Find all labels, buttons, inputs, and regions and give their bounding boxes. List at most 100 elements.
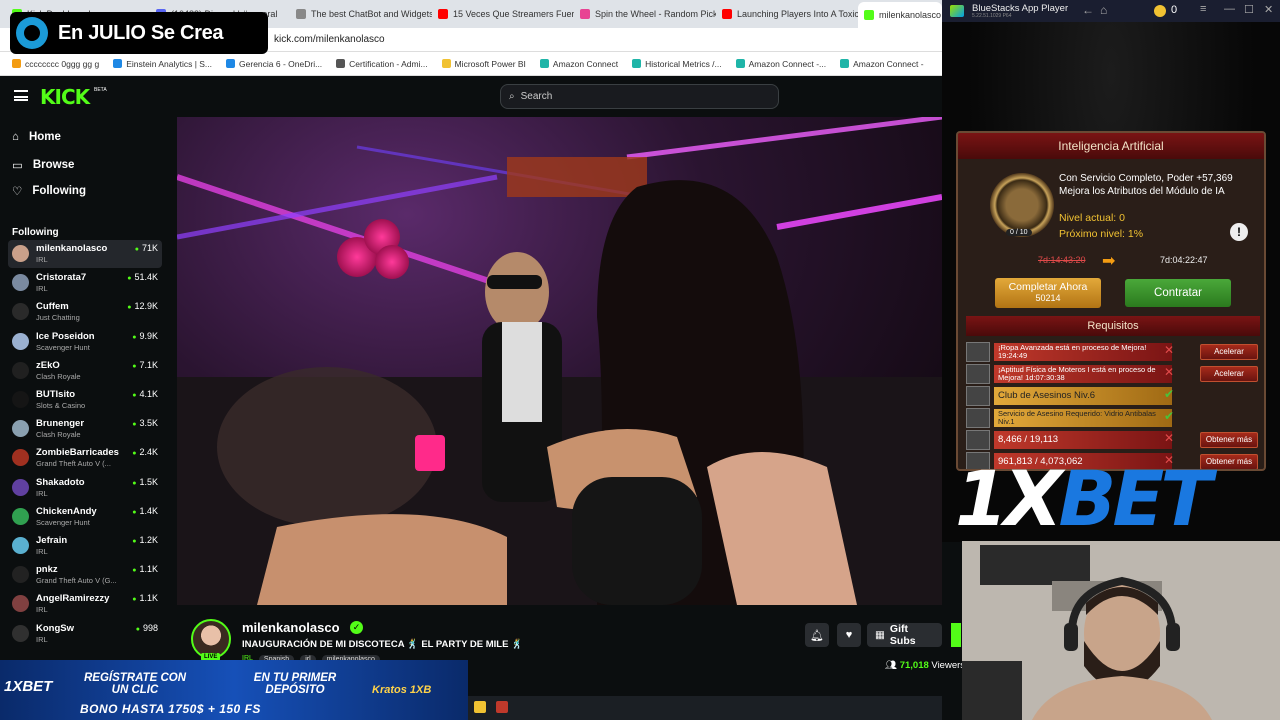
coin-count: 0 (1171, 4, 1178, 16)
requirement-action-button[interactable]: Acelerar (1200, 366, 1258, 382)
home-icon[interactable]: ⌂ (1100, 3, 1107, 17)
requirement-text: Club de Asesinos Niv.6 (994, 387, 1172, 405)
streamer-name[interactable]: milenkanolasco (242, 620, 340, 635)
bookmark-item[interactable]: cccccccc 0ggg gg g (12, 59, 99, 69)
panel-title: Inteligencia Artificial (958, 133, 1264, 159)
bookmark-label: Certification - Admi... (349, 58, 428, 69)
sidebar-channel-item[interactable]: ZombieBarricadesGrand Theft Auto V (... 2… (8, 444, 162, 472)
bookmark-item[interactable]: Microsoft Power BI (441, 59, 526, 69)
promo-line-2: EN TU PRIMER DEPÓSITO (253, 672, 337, 696)
channel-category: Clash Royale (36, 430, 81, 440)
requirement-action-button[interactable]: Acelerar (1200, 344, 1258, 360)
next-level: Próximo nivel: 1% (1059, 228, 1144, 240)
tab-favicon-icon (438, 9, 448, 19)
kick-logo[interactable]: KICK (40, 85, 90, 109)
sidebar-channel-item[interactable]: zEkOClash Royale 7.1K (8, 357, 162, 385)
channel-viewers: 1.1K (132, 593, 158, 603)
complete-now-label: Completar Ahora (1008, 281, 1088, 293)
info-button[interactable]: ! (1230, 223, 1248, 241)
sidebar-channel-item[interactable]: Cristorata7IRL 51.4K (8, 269, 162, 297)
sponsor-logo-part: BET (1058, 454, 1212, 543)
nav-following[interactable]: ♡ Following (12, 184, 86, 198)
channel-name: pnkz (36, 564, 58, 576)
bookmark-item[interactable]: Amazon Connect -... (735, 59, 826, 69)
browser-tab[interactable]: 15 Veces Que Streamers Fueron (438, 4, 574, 24)
browser-tab[interactable]: Launching Players Into A Toxic (722, 4, 858, 24)
channel-category: IRL (36, 634, 48, 644)
requirements-title: Requisitos (966, 316, 1260, 336)
gift-icon: ▦ (875, 629, 885, 641)
sidebar-channel-item[interactable]: AngelRamirezzyIRL 1.1K (8, 590, 162, 618)
bookmark-item[interactable]: Historical Metrics /... (632, 59, 722, 69)
notification-bell-button[interactable]: 🔔︎ (805, 623, 829, 647)
search-input[interactable]: ⌕ Search (500, 84, 779, 109)
url-text[interactable]: kick.com/milenkanolasco (274, 34, 385, 45)
sidebar-channel-item[interactable]: ShakadotoIRL 1.5K (8, 474, 162, 502)
video-player[interactable] (177, 117, 942, 605)
channel-category: IRL (36, 547, 48, 556)
bookmark-label: Amazon Connect (552, 58, 619, 69)
search-icon: ⌕ (509, 91, 515, 102)
sidebar-channel-item[interactable]: KongSwIRL 998 (8, 620, 162, 648)
sidebar-channel-item[interactable]: BUTIsitoSlots & Casino 4.1K (8, 386, 162, 414)
channel-viewers: 7.1K (132, 360, 158, 370)
requirement-icon (966, 386, 990, 406)
back-icon[interactable]: ← (1082, 3, 1094, 17)
requirement-row: Club de Asesinos Niv.6 ✔ (966, 386, 1260, 406)
bookmark-item[interactable]: Amazon Connect - (840, 59, 924, 69)
browser-tab[interactable]: milenkanolasco (858, 2, 942, 28)
nav-browse[interactable]: ▭ Browse (12, 158, 74, 172)
channel-category: Grand Theft Auto V (G... (36, 576, 117, 586)
taskbar-app-icon[interactable] (474, 701, 486, 713)
browser-tab[interactable]: Spin the Wheel - Random Picker (580, 4, 716, 24)
bookmarks-bar: cccccccc 0ggg gg g Einstein Analytics | S… (0, 52, 942, 76)
sidebar-channel-item[interactable]: pnkzGrand Theft Auto V (G... 1.1K (8, 561, 162, 589)
original-time: 7d:14:43:20 (1038, 255, 1086, 265)
follow-button[interactable] (951, 623, 961, 647)
channel-category: IRL (36, 605, 48, 615)
menu-icon[interactable] (14, 90, 28, 101)
sidebar-channel-item[interactable]: BrunengerClash Royale 3.5K (8, 415, 162, 443)
bookmark-item[interactable]: Certification - Admi... (336, 58, 428, 69)
channel-name: AngelRamirezzy (36, 593, 110, 605)
sidebar-channel-item[interactable]: ChickenAndyScavenger Hunt 1.4K (8, 503, 162, 531)
menu-icon[interactable]: ≡ (1200, 3, 1206, 15)
complete-now-button[interactable]: Completar Ahora 50214 (995, 278, 1101, 308)
browser-tab-label: Spin the Wheel - Random Picker (595, 9, 716, 19)
nav-home[interactable]: ⌂ Home (12, 131, 61, 143)
bookmark-icon (113, 59, 123, 68)
channel-name: KongSw (36, 622, 74, 634)
maximize-icon[interactable]: ☐ (1244, 3, 1254, 16)
channel-name: Brunenger (36, 418, 85, 430)
requirement-row: Servicio de Asesino Requerido: Vidrio An… (966, 408, 1260, 428)
taskbar (468, 696, 942, 720)
channel-category: Slots & Casino (36, 401, 86, 410)
taskbar-app-icon[interactable] (496, 701, 508, 713)
channel-category: Grand Theft Auto V (... (36, 459, 111, 469)
promo-banner: 1XBET REGÍSTRATE CON UN CLIC EN TU PRIME… (0, 660, 468, 720)
webcam-feed (962, 541, 1280, 720)
browser-tab[interactable]: The best ChatBot and Widgets (296, 4, 432, 24)
close-icon[interactable]: ✕ (1264, 3, 1273, 16)
bluestacks-logo-icon (950, 5, 964, 17)
check-icon: ✔ (1164, 409, 1175, 423)
sidebar-channel-item[interactable]: milenkanolascoIRL 71K (8, 240, 162, 268)
bookmark-item[interactable]: Amazon Connect (539, 58, 619, 69)
channel-avatar (12, 361, 29, 379)
hire-button[interactable]: Contratar (1125, 279, 1231, 307)
requirement-text: Servicio de Asesino Requerido: Vidrio An… (994, 409, 1172, 427)
minimize-icon[interactable]: — (1224, 3, 1235, 15)
bookmark-item[interactable]: Einstein Analytics | S... (113, 59, 212, 69)
bookmark-item[interactable]: Gerencia 6 - OneDri... (226, 59, 322, 69)
sidebar-channel-item[interactable]: JefrainIRL 1.2K (8, 532, 162, 560)
home-icon: ⌂ (12, 131, 19, 143)
sidebar-channel-item[interactable]: Ice PoseidonScavenger Hunt 9.9K (8, 328, 162, 356)
bookmark-icon (336, 59, 346, 68)
requirement-action-button[interactable]: Obtener más (1200, 432, 1258, 448)
favorite-button[interactable]: ♥ (837, 623, 861, 647)
gift-subs-button[interactable]: ▦ Gift Subs (867, 623, 942, 647)
channel-category: Just Chatting (36, 313, 80, 323)
channel-avatar (12, 332, 29, 350)
game-upgrade-panel: Inteligencia Artificial 0 / 10 Con Servi… (956, 131, 1266, 471)
sidebar-channel-item[interactable]: CuffemJust Chatting 12.9K (8, 298, 162, 326)
